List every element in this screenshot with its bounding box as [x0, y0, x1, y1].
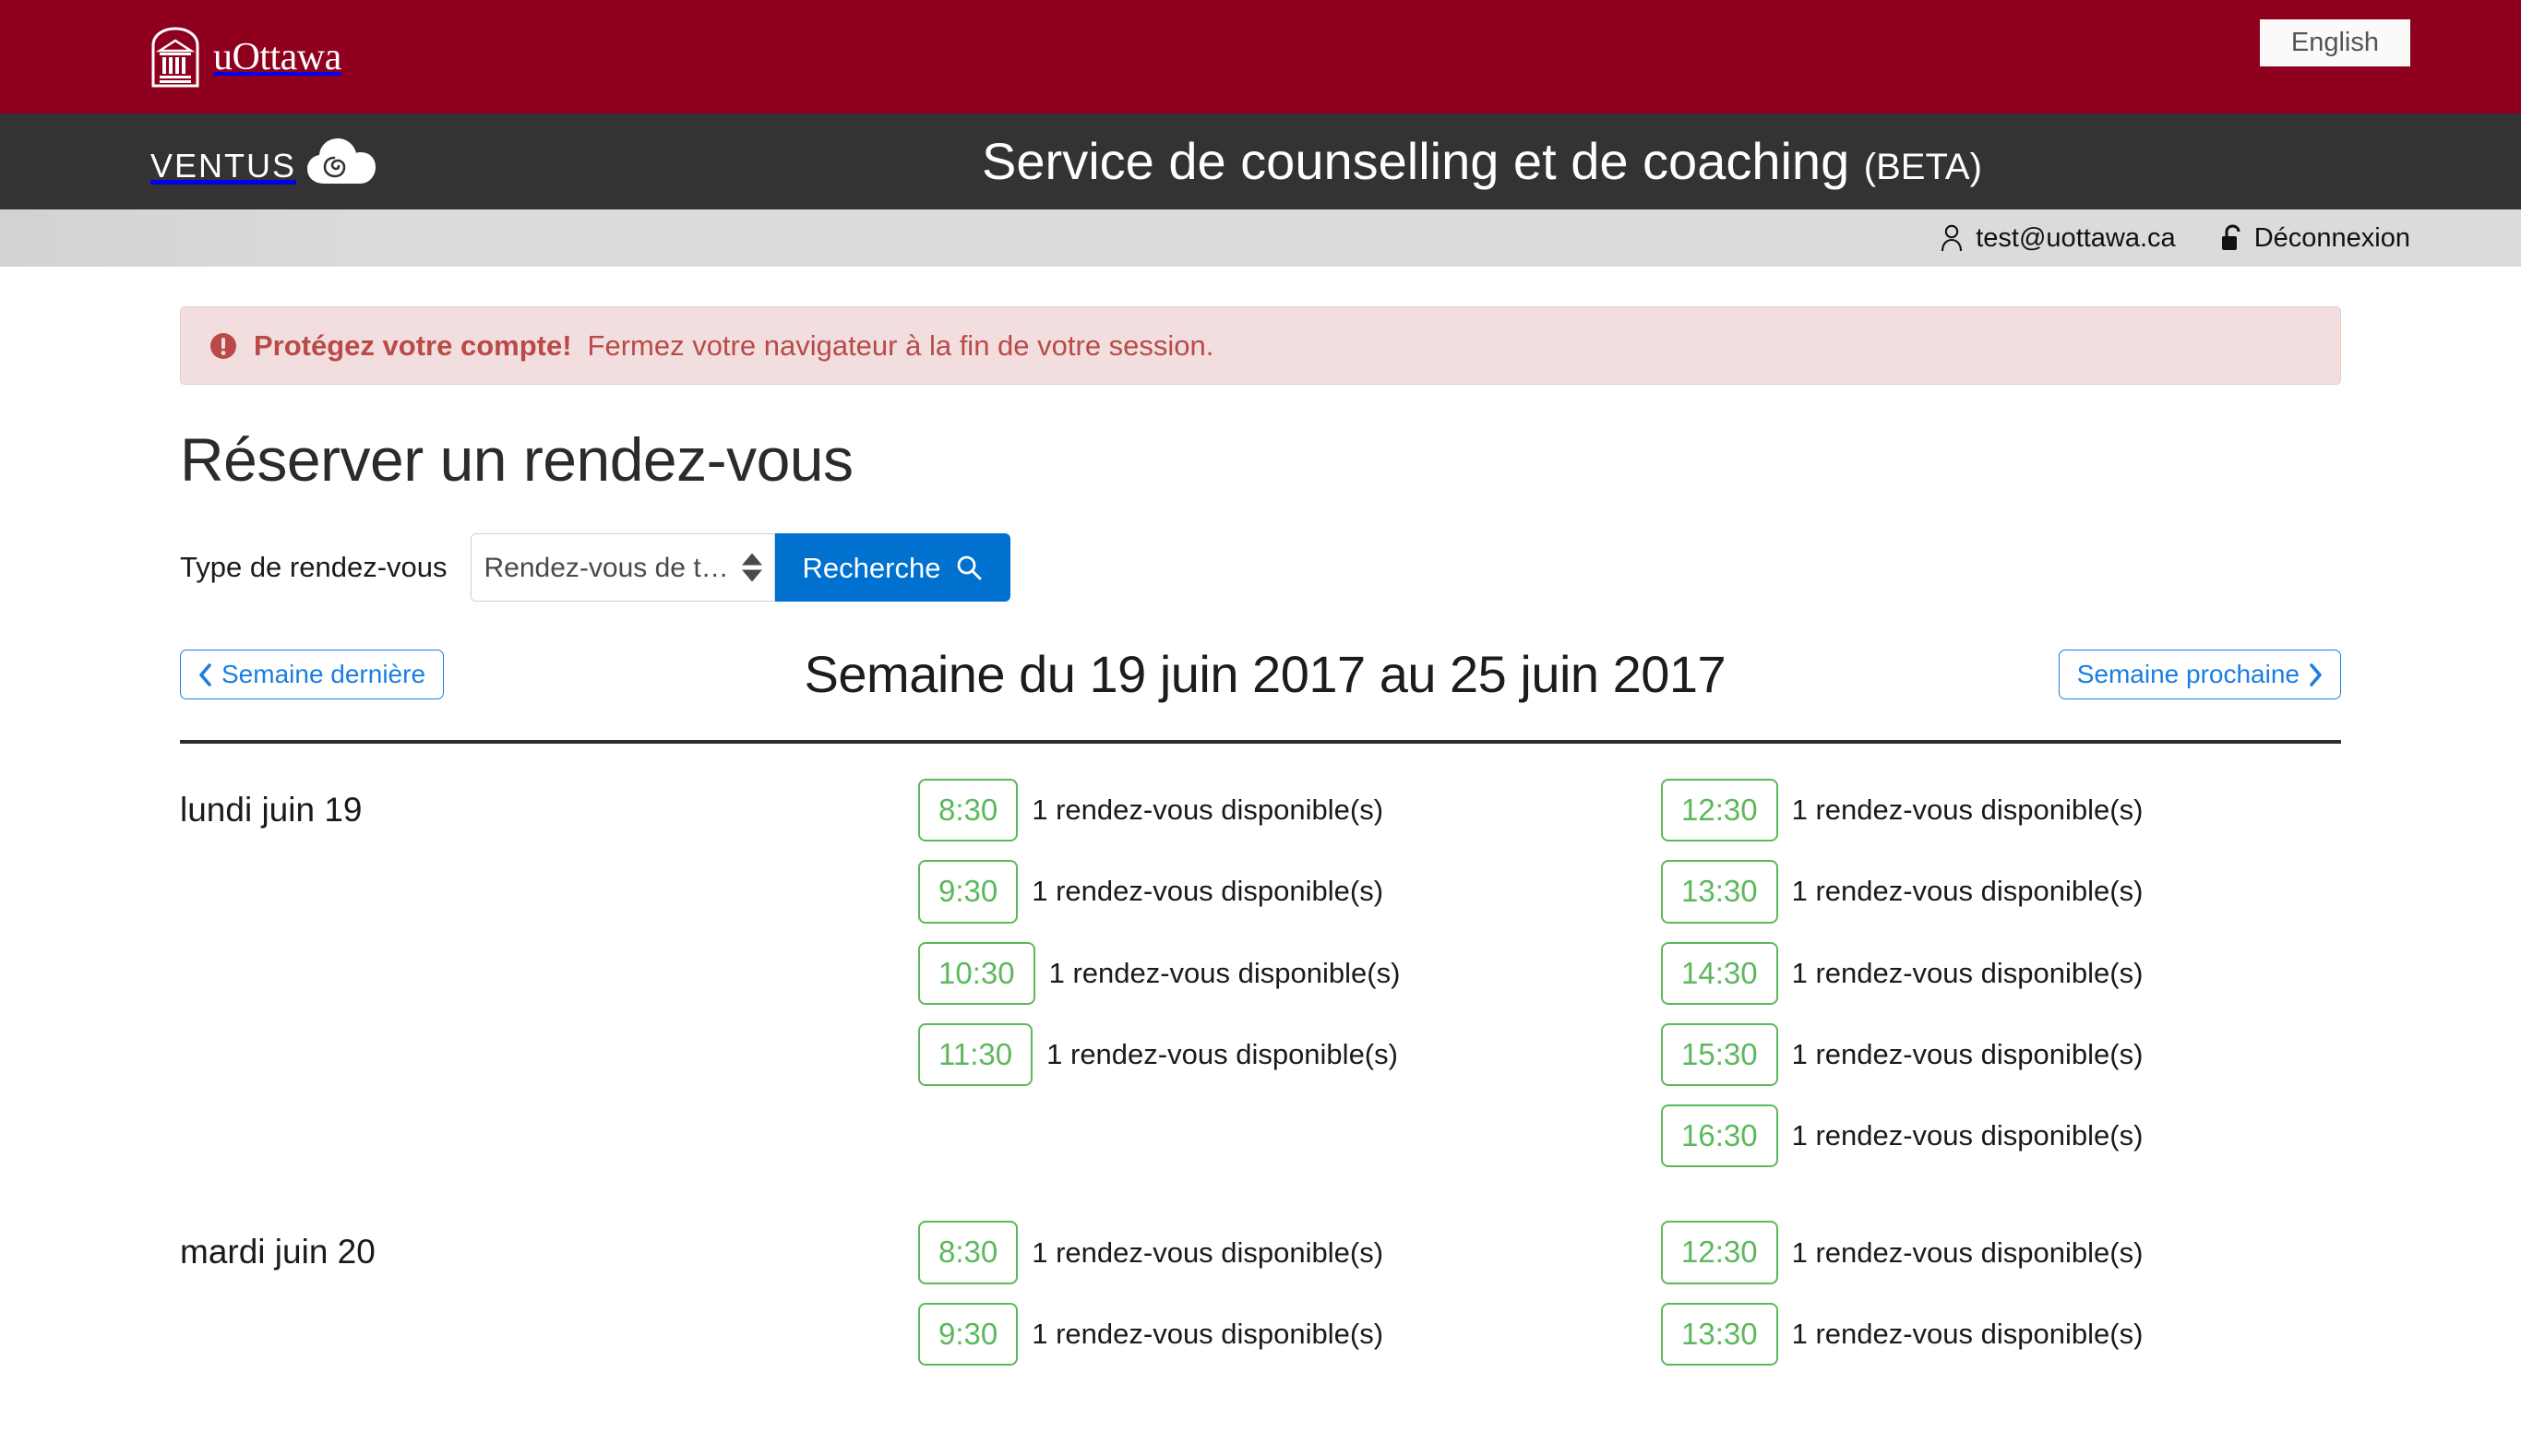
appointment-slot: 12:30 1 rendez-vous disponible(s) — [1661, 1221, 2404, 1284]
slot-time-button[interactable]: 13:30 — [1661, 860, 1778, 924]
logout-label: Déconnexion — [2253, 222, 2410, 253]
search-icon — [958, 555, 982, 580]
appointment-slot: 10:30 1 rendez-vous disponible(s) — [918, 941, 1661, 1005]
slot-column: 12:30 1 rendez-vous disponible(s) 13:30 1 r… — [1661, 1221, 2404, 1384]
slot-time-button[interactable]: 9:30 — [918, 860, 1019, 924]
slot-time-button[interactable]: 8:30 — [918, 1221, 1019, 1284]
alert-headline: Protégez votre compte! — [254, 329, 572, 362]
slot-availability-text: 1 rendez-vous disponible(s) — [1032, 875, 1384, 908]
week-range-title: Semaine du 19 juin 2017 au 25 juin 2017 — [804, 645, 1726, 704]
day-label: lundi juin 19 — [180, 790, 363, 829]
search-button-label: Recherche — [802, 551, 941, 584]
user-icon — [1942, 224, 1963, 252]
slot-availability-text: 1 rendez-vous disponible(s) — [1032, 794, 1384, 827]
slot-availability-text: 1 rendez-vous disponible(s) — [1791, 1119, 2144, 1152]
appointment-slot: 13:30 1 rendez-vous disponible(s) — [1661, 860, 2404, 924]
ventus-app-bar: Ventus Service de counselling et de coac… — [0, 113, 2521, 209]
appointment-slot: 9:30 1 rendez-vous disponible(s) — [918, 860, 1661, 924]
slot-columns: 8:30 1 rendez-vous disponible(s) 9:30 1 ren… — [918, 1221, 2404, 1384]
slot-availability-text: 1 rendez-vous disponible(s) — [1032, 1317, 1384, 1350]
slot-time-button[interactable]: 14:30 — [1661, 941, 1778, 1005]
alert-message: Fermez votre navigateur à la fin de votr… — [587, 329, 1214, 362]
user-status-bar: test@uottawa.ca Déconnexion — [0, 209, 2521, 267]
language-toggle-button[interactable]: English — [2259, 19, 2410, 67]
slot-availability-text: 1 rendez-vous disponible(s) — [1046, 1037, 1398, 1070]
logout-link[interactable]: Déconnexion — [2220, 224, 2410, 252]
slot-availability-text: 1 rendez-vous disponible(s) — [1791, 794, 2144, 827]
uottawa-wordmark: uOttawa — [213, 35, 341, 78]
chevron-right-icon — [2310, 662, 2322, 686]
page-title: Réserver un rendez-vous — [180, 425, 854, 495]
app-title-beta: (BETA) — [1863, 147, 1982, 187]
slot-time-button[interactable]: 9:30 — [918, 1302, 1019, 1366]
slot-availability-text: 1 rendez-vous disponible(s) — [1791, 875, 2144, 908]
unlock-icon — [2221, 224, 2240, 250]
app-title: Service de counselling et de coaching (B… — [0, 136, 2521, 187]
slot-time-button[interactable]: 13:30 — [1661, 1302, 1778, 1366]
user-email: test@uottawa.ca — [1976, 222, 2176, 253]
appointment-slot: 13:30 1 rendez-vous disponible(s) — [1661, 1302, 2404, 1366]
exclamation-circle-icon — [210, 332, 236, 359]
slot-availability-text: 1 rendez-vous disponible(s) — [1791, 1317, 2144, 1350]
slot-availability-text: 1 rendez-vous disponible(s) — [1791, 1235, 2144, 1269]
slot-time-button[interactable]: 12:30 — [1661, 1221, 1778, 1284]
slot-time-button[interactable]: 12:30 — [1661, 778, 1778, 842]
security-alert-banner: Protégez votre compte! Fermez votre navi… — [180, 306, 2341, 386]
uottawa-header-bar: uOttawa English — [0, 0, 2521, 113]
appointment-slot: 11:30 1 rendez-vous disponible(s) — [918, 1022, 1661, 1087]
day-block: lundi juin 19 8:30 1 rendez-vous disponibl… — [180, 744, 2341, 1186]
uottawa-crest-icon — [151, 26, 199, 87]
slot-time-button[interactable]: 10:30 — [918, 941, 1035, 1005]
appointment-type-label: Type de rendez-vous — [180, 551, 448, 584]
appointment-slot: 9:30 1 rendez-vous disponible(s) — [918, 1302, 1661, 1366]
next-week-button[interactable]: Semaine prochaine — [2058, 650, 2341, 700]
day-block: mardi juin 20 8:30 1 rendez-vous disponibl… — [180, 1186, 2341, 1384]
slot-column: 12:30 1 rendez-vous disponible(s) 13:30 1 r… — [1661, 778, 2404, 1186]
slot-time-button[interactable]: 11:30 — [918, 1022, 1033, 1087]
chevron-left-icon — [199, 662, 211, 686]
appointment-slot: 16:30 1 rendez-vous disponible(s) — [1661, 1104, 2404, 1168]
appointment-slot: 12:30 1 rendez-vous disponible(s) — [1661, 778, 2404, 842]
next-week-label: Semaine prochaine — [2076, 660, 2300, 689]
appointment-slot: 8:30 1 rendez-vous disponible(s) — [918, 778, 1661, 842]
slot-columns: 8:30 1 rendez-vous disponible(s) 9:30 1 ren… — [918, 778, 2404, 1186]
previous-week-button[interactable]: Semaine dernière — [180, 650, 445, 700]
slot-availability-text: 1 rendez-vous disponible(s) — [1048, 956, 1401, 989]
appointment-search-form: Type de rendez-vous Rendez-vous de triag… — [180, 533, 2341, 603]
appointment-slot: 14:30 1 rendez-vous disponible(s) — [1661, 941, 2404, 1005]
current-user: test@uottawa.ca — [1940, 222, 2176, 253]
appointment-type-select-wrapper: Rendez-vous de triage en anglais — [470, 533, 775, 603]
week-navigation: Semaine dernière Semaine du 19 juin 2017… — [180, 646, 2341, 703]
slot-time-button[interactable]: 8:30 — [918, 778, 1019, 842]
previous-week-label: Semaine dernière — [221, 660, 426, 689]
slot-availability-text: 1 rendez-vous disponible(s) — [1791, 956, 2144, 989]
slot-time-button[interactable]: 15:30 — [1661, 1022, 1778, 1087]
app-title-text: Service de counselling et de coaching — [982, 132, 1850, 190]
slot-column: 8:30 1 rendez-vous disponible(s) 9:30 1 ren… — [918, 778, 1661, 1186]
page-content: Protégez votre compte! Fermez votre navi… — [0, 306, 2521, 1384]
uottawa-logo-link[interactable]: uOttawa — [150, 26, 341, 88]
slot-time-button[interactable]: 16:30 — [1661, 1104, 1778, 1168]
slot-availability-text: 1 rendez-vous disponible(s) — [1791, 1037, 2144, 1070]
slot-column: 8:30 1 rendez-vous disponible(s) 9:30 1 ren… — [918, 1221, 1661, 1384]
appointment-slot: 15:30 1 rendez-vous disponible(s) — [1661, 1022, 2404, 1087]
day-label: mardi juin 20 — [180, 1233, 376, 1271]
weekly-schedule: lundi juin 19 8:30 1 rendez-vous disponibl… — [180, 744, 2341, 1384]
slot-availability-text: 1 rendez-vous disponible(s) — [1032, 1235, 1384, 1269]
appointment-type-select[interactable]: Rendez-vous de triage en anglais — [470, 533, 775, 603]
appointment-slot: 8:30 1 rendez-vous disponible(s) — [918, 1221, 1661, 1284]
search-button[interactable]: Recherche — [774, 533, 1011, 603]
